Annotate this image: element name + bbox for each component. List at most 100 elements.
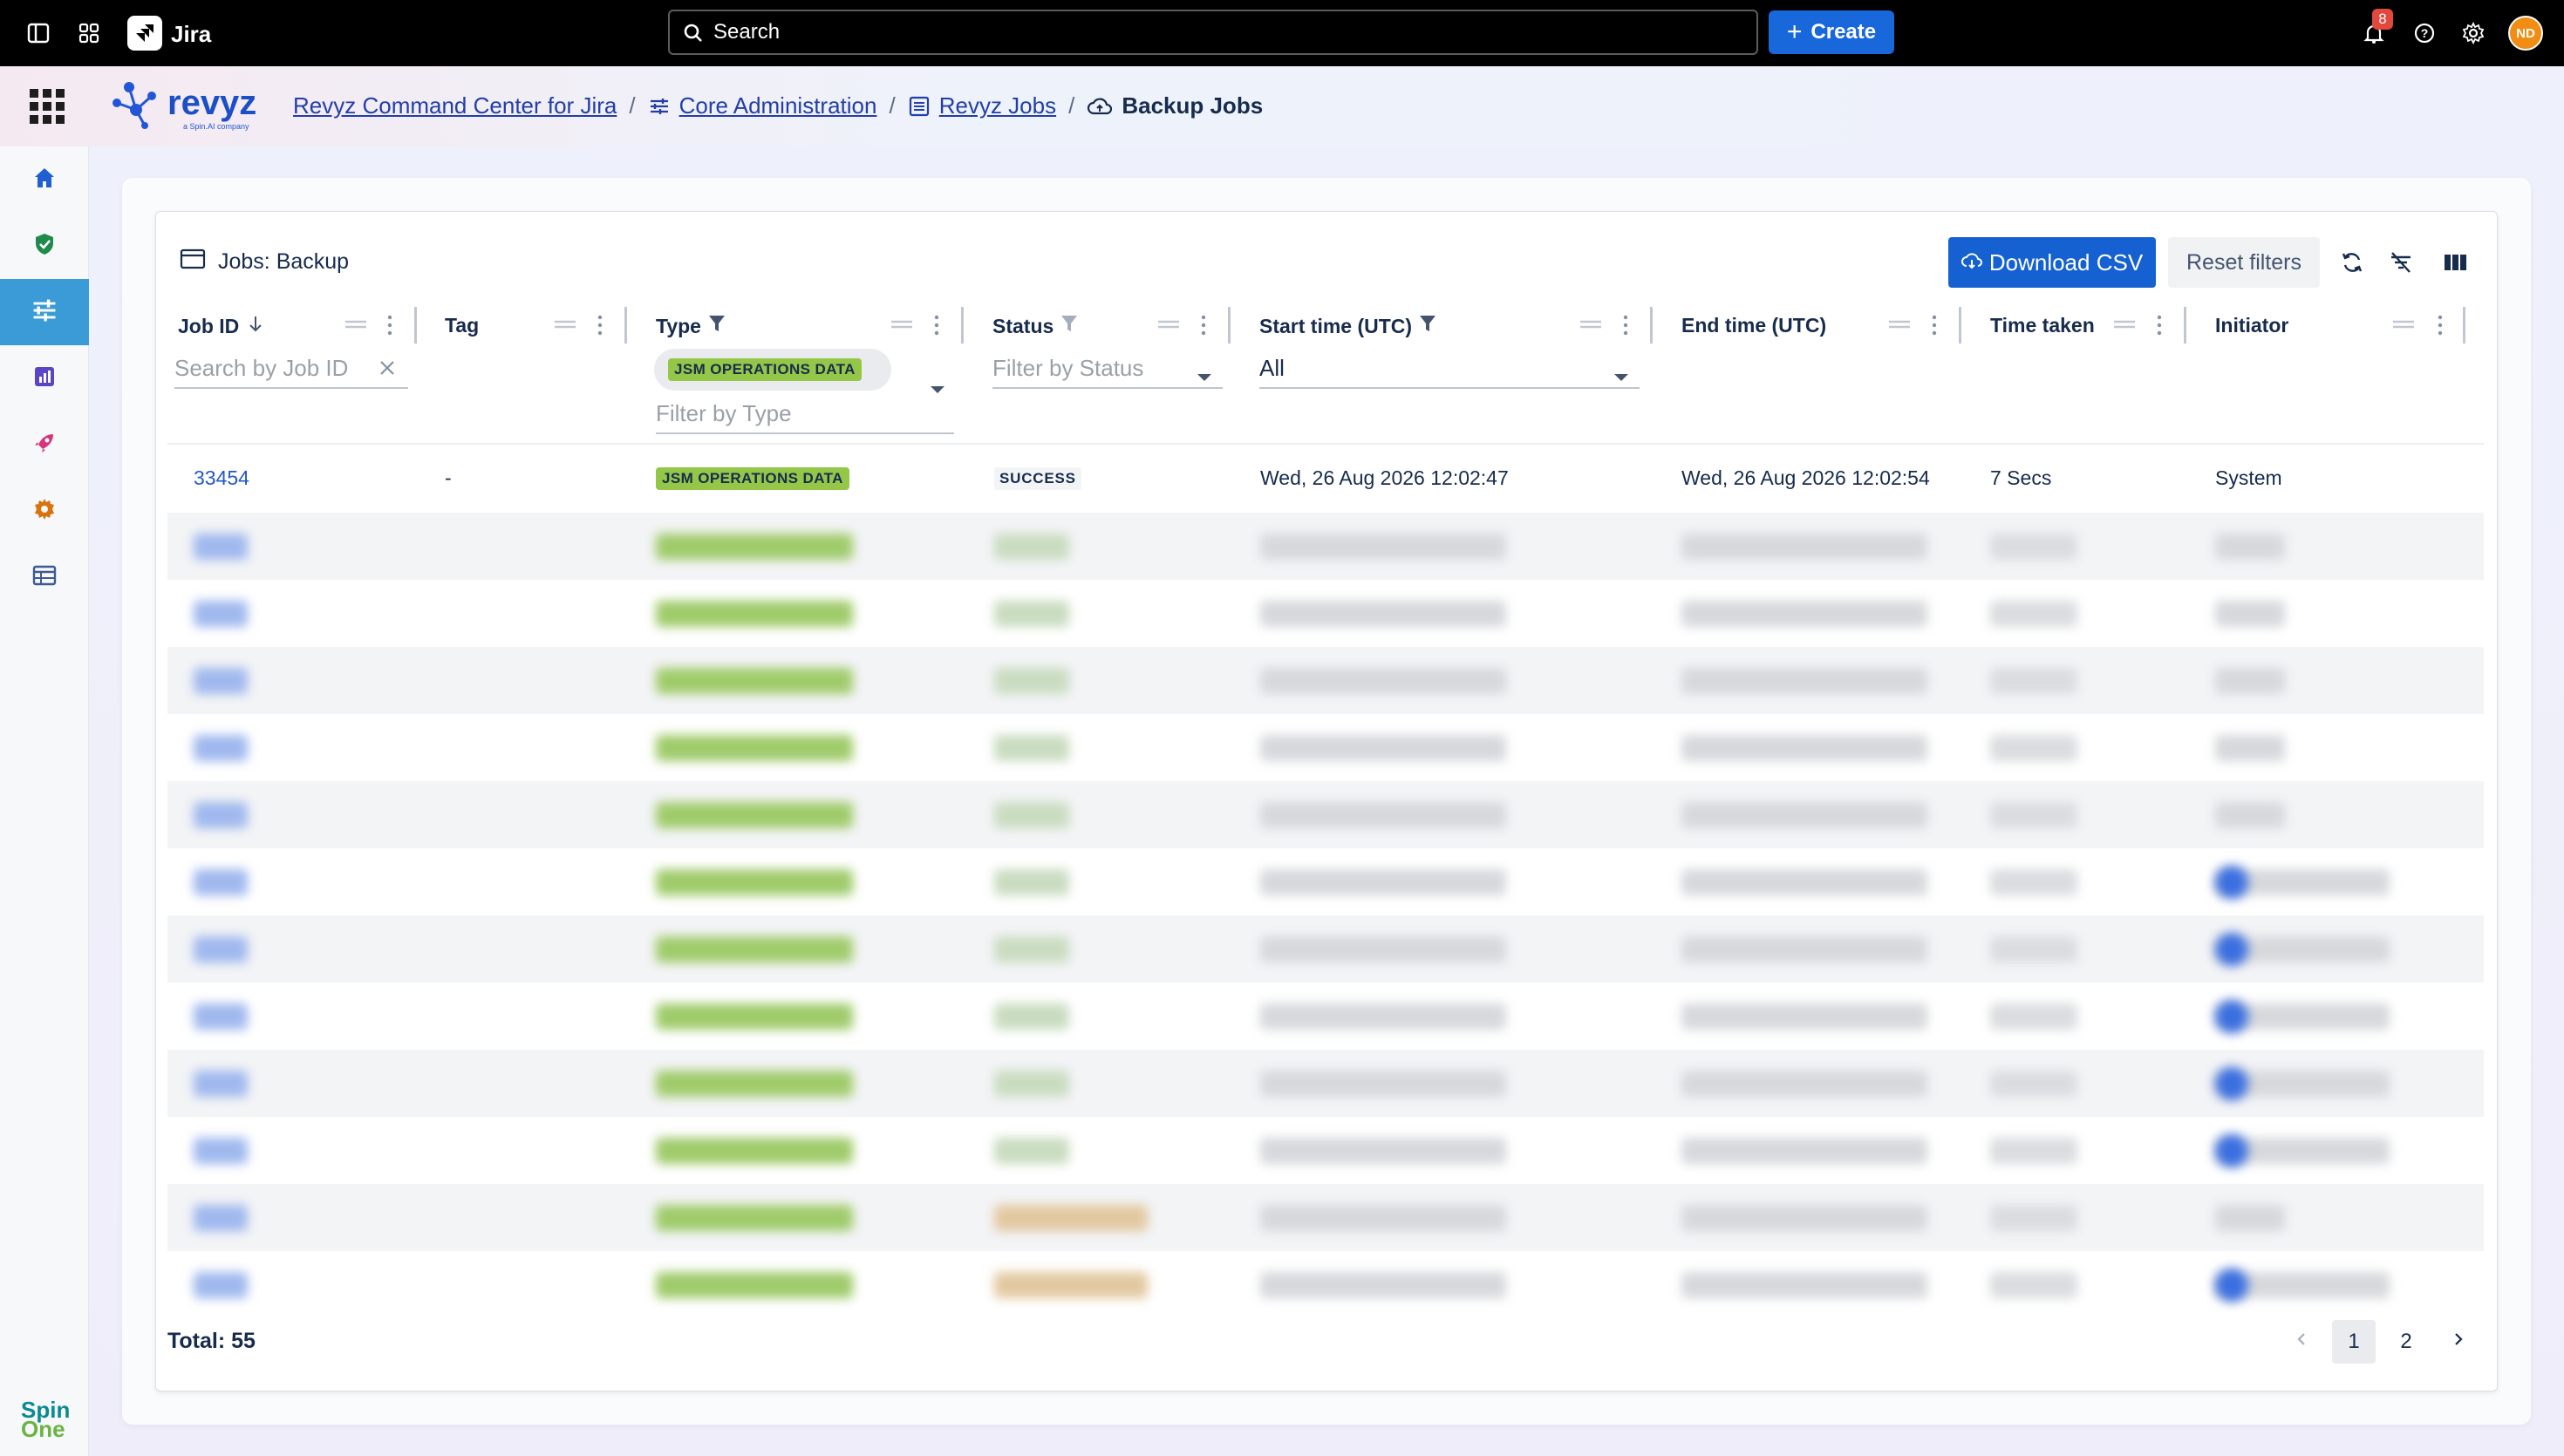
column-header-time-taken[interactable]: Time taken [1990,314,2095,337]
clear-filter-icon[interactable] [2386,248,2416,277]
obscured-cell [1260,802,1506,828]
settings-gear-icon[interactable] [2459,19,2487,47]
column-drag-handle-icon[interactable] [2114,317,2135,331]
search-icon [682,22,705,51]
table-row[interactable] [167,781,2484,848]
column-menu-icon[interactable] [1931,314,1938,337]
app-menu-grid-icon[interactable] [30,89,65,124]
column-menu-icon[interactable] [933,314,940,337]
column-drag-handle-icon[interactable] [555,317,576,331]
sidebar-item-settings[interactable] [0,478,89,544]
column-divider[interactable] [1650,307,1653,344]
column-menu-icon[interactable] [1622,314,1629,337]
column-header-initiator[interactable]: Initiator [2215,314,2288,337]
reset-filters-button[interactable]: Reset filters [2168,237,2320,288]
sidebar-item-home[interactable] [0,146,89,213]
obscured-cell [1990,1071,2077,1097]
app-switcher-icon[interactable] [75,19,103,47]
type-filter-chip[interactable]: JSM OPERATIONS DATA [654,349,891,391]
table-row[interactable] [167,983,2484,1050]
sidebar-item-administration[interactable] [0,279,89,345]
product-name[interactable]: Jira [171,21,211,48]
revyz-logo[interactable]: revyz a Spin.AI company [110,77,267,134]
table-row[interactable]: 33454 - JSM OPERATIONS DATA SUCCESS Wed,… [167,445,2484,512]
clear-icon[interactable] [377,357,398,384]
next-page-button[interactable] [2437,1320,2480,1364]
page-button-1[interactable]: 1 [2332,1320,2376,1364]
column-drag-handle-icon[interactable] [345,317,366,331]
column-divider[interactable] [961,307,964,344]
page-button-2[interactable]: 2 [2384,1320,2428,1364]
chart-icon [31,364,58,394]
sidebar-item-reports[interactable] [0,345,89,412]
sidebar-item-protection[interactable] [0,213,89,279]
table-row[interactable] [167,580,2484,647]
column-divider[interactable] [1228,307,1231,344]
column-drag-handle-icon[interactable] [891,317,912,331]
breadcrumb-core-administration[interactable]: Core Administration [679,92,877,119]
job-id-link[interactable]: 33454 [194,445,249,512]
jira-logo-icon[interactable] [127,16,162,51]
filter-active-icon[interactable] [1419,314,1436,338]
column-label: Tag [445,314,480,337]
job-id-search-input[interactable]: Search by Job ID [174,349,408,389]
table-row[interactable] [167,714,2484,781]
column-header-type[interactable]: Type [656,314,726,338]
column-divider[interactable] [2184,307,2186,344]
column-divider[interactable] [414,307,417,344]
column-divider[interactable] [1959,307,1961,344]
obscured-cell [656,1205,853,1231]
create-button[interactable]: + Create [1769,10,1894,54]
column-divider[interactable] [624,307,627,344]
column-menu-icon[interactable] [1200,314,1207,337]
status-filter-select[interactable]: Filter by Status [992,349,1223,389]
obscured-cell [1260,1004,1506,1030]
column-header-job-id[interactable]: Job ID [178,314,265,338]
column-header-end-time[interactable]: End time (UTC) [1681,314,1826,337]
filter-icon[interactable] [1060,314,1078,338]
obscured-cell [1681,802,1927,828]
help-icon[interactable]: ? [2411,19,2438,47]
columns-icon[interactable] [2440,248,2470,277]
column-divider[interactable] [2463,307,2465,344]
table-row[interactable] [167,1184,2484,1251]
column-menu-icon[interactable] [597,314,603,337]
type-filter-input[interactable]: Filter by Type [656,394,954,434]
sidebar-toggle-icon[interactable] [24,19,52,47]
breadcrumb-revyz-jobs[interactable]: Revyz Jobs [939,92,1056,119]
filter-active-icon[interactable] [708,314,726,338]
previous-page-button[interactable] [2280,1320,2323,1364]
sort-descending-icon[interactable] [246,314,265,338]
user-avatar[interactable]: ND [2508,16,2543,51]
obscured-cell [1990,601,2077,627]
obscured-cell [194,1004,248,1030]
table-row[interactable] [167,1050,2484,1117]
sidebar-item-launch[interactable] [0,412,89,478]
column-header-start-time[interactable]: Start time (UTC) [1259,314,1436,338]
table-row[interactable] [167,848,2484,915]
table-row[interactable] [167,647,2484,714]
obscured-cell [1681,1071,1927,1097]
table-row[interactable] [167,1117,2484,1184]
obscured-cell [194,1272,248,1298]
obscured-cell [994,869,1069,895]
column-drag-handle-icon[interactable] [1580,317,1601,331]
column-drag-handle-icon[interactable] [1158,317,1179,331]
table-row[interactable] [167,513,2484,580]
column-header-tag[interactable]: Tag [445,314,479,337]
column-menu-icon[interactable] [386,314,393,337]
table-row[interactable] [167,915,2484,983]
sidebar-item-tables[interactable] [0,544,89,610]
start-time-filter-select[interactable]: All [1259,349,1640,389]
column-header-status[interactable]: Status [992,314,1078,338]
column-menu-icon[interactable] [2437,314,2444,337]
obscured-cell [656,1138,853,1164]
breadcrumb-command-center[interactable]: Revyz Command Center for Jira [293,92,617,119]
refresh-icon[interactable] [2337,248,2367,277]
table-row[interactable] [167,1251,2484,1318]
column-menu-icon[interactable] [2156,314,2163,337]
column-drag-handle-icon[interactable] [2393,317,2414,331]
download-csv-button[interactable]: Download CSV [1948,237,2156,288]
column-drag-handle-icon[interactable] [1889,317,1910,331]
global-search-input[interactable]: Search [668,10,1758,55]
